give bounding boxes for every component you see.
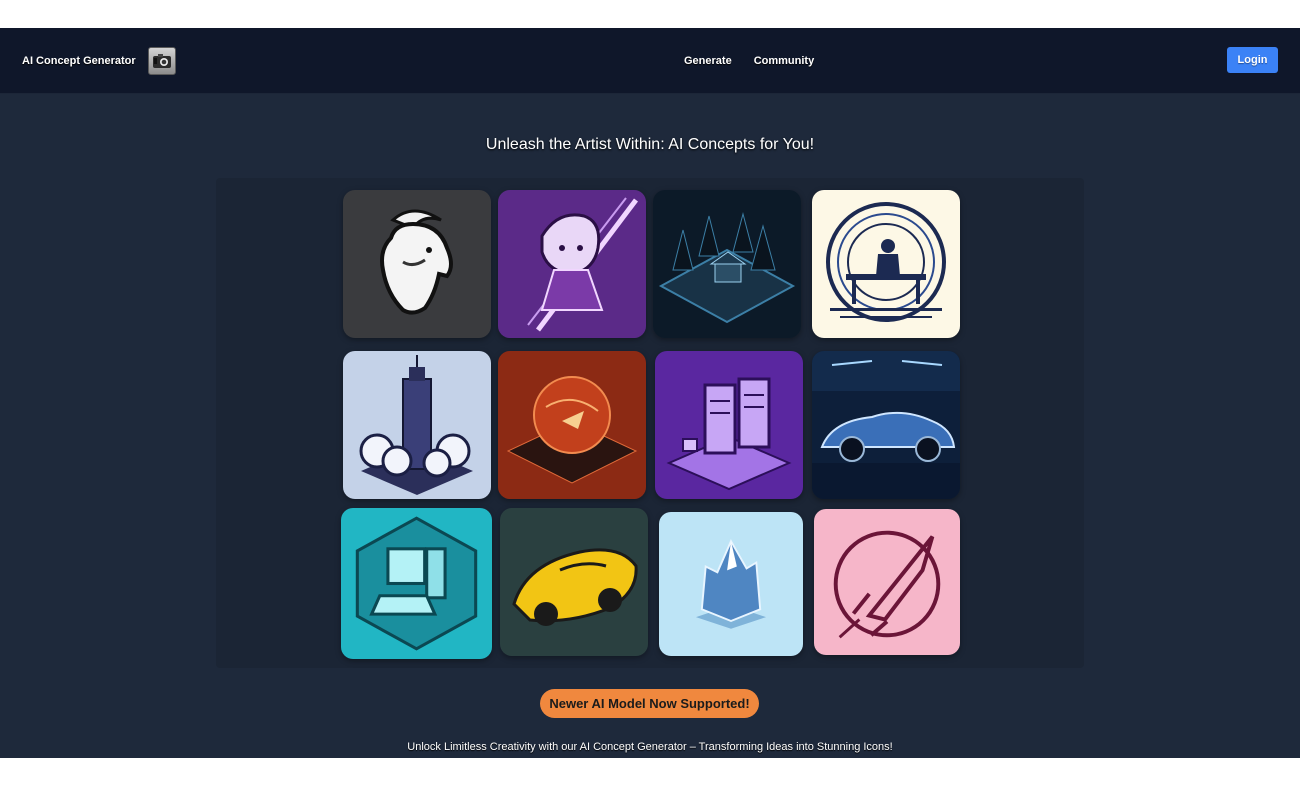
anime-swordsman-icon (498, 190, 646, 338)
gallery-tile-skyscraper[interactable] (343, 351, 491, 499)
gallery-tile-forest[interactable] (653, 190, 801, 338)
dark-forest-cabin-icon (653, 190, 801, 338)
ice-mountain-icon (659, 512, 803, 656)
person-on-bench-icon (812, 190, 960, 338)
gallery-tile-planet[interactable] (498, 351, 646, 499)
gallery-tile-anime[interactable] (498, 190, 646, 338)
nav-community[interactable]: Community (754, 55, 815, 67)
red-planet-platform-icon (498, 351, 646, 499)
gallery-tile-computer[interactable] (341, 508, 492, 659)
white-goat-icon (343, 190, 491, 338)
nav-generate[interactable]: Generate (684, 55, 732, 67)
teal-computer-icon (341, 508, 492, 659)
gallery-tile-car[interactable] (812, 351, 960, 499)
gallery-tile-server[interactable] (655, 351, 803, 499)
footer-tagline: Unlock Limitless Creativity with our AI … (407, 741, 893, 753)
app-frame: AI Concept Generator Generate Community … (0, 28, 1300, 758)
camera-icon (147, 46, 176, 75)
hero-title: Unleash the Artist Within: AI Concepts f… (485, 136, 815, 153)
new-model-button[interactable]: Newer AI Model Now Supported! (540, 689, 759, 718)
cloud-skyscraper-icon (343, 351, 491, 499)
gallery-tile-iceberg[interactable] (659, 512, 803, 656)
nav-links: Generate Community (684, 28, 814, 93)
brand[interactable]: AI Concept Generator (22, 28, 176, 93)
blue-sports-car-icon (812, 351, 960, 499)
yellow-race-car-icon (500, 508, 648, 656)
gallery-tile-bench[interactable] (812, 190, 960, 338)
purple-server-rack-icon (655, 351, 803, 499)
rocket-icon (814, 509, 960, 655)
gallery-tile-goat[interactable] (343, 190, 491, 338)
navbar: AI Concept Generator Generate Community … (0, 28, 1300, 94)
login-button[interactable]: Login (1227, 47, 1278, 73)
gallery-tile-racecar[interactable] (500, 508, 648, 656)
brand-name[interactable]: AI Concept Generator (22, 55, 136, 67)
gallery-tile-rocket[interactable] (814, 509, 960, 655)
